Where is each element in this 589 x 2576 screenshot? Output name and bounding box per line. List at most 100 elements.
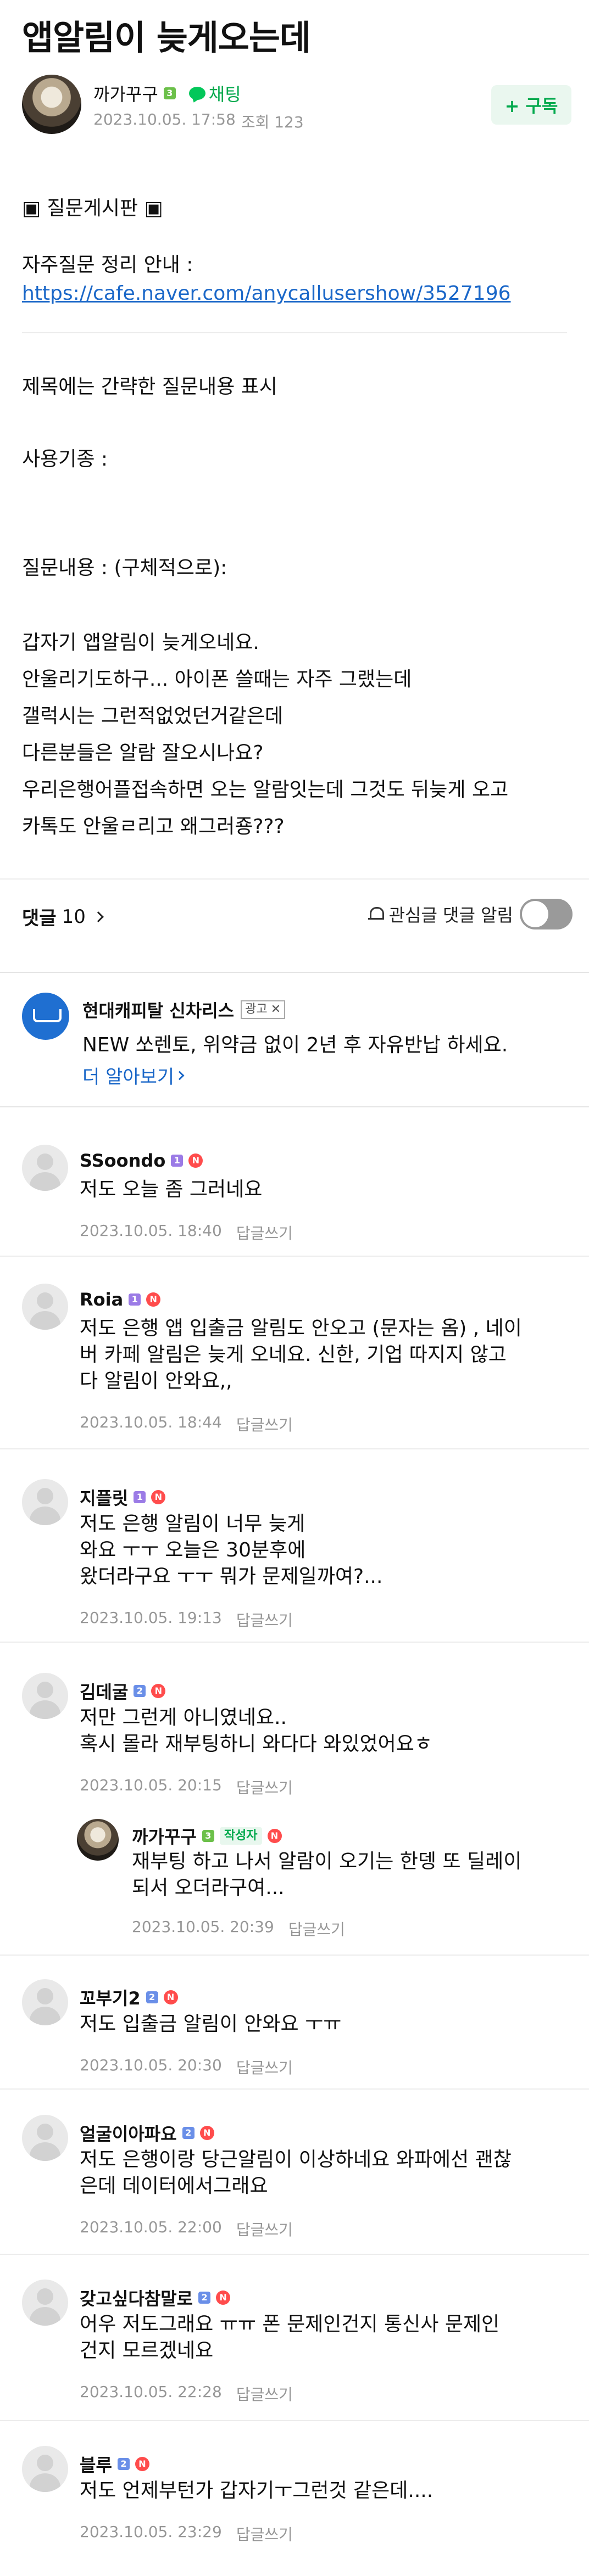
comment-item: Roia 1 N 저도 은행 앱 입출금 알림도 안오고 (문자는 옴) , 네… — [22, 1284, 571, 1454]
body-divider — [22, 332, 567, 333]
comment-meta: 2023.10.05. 18:40 답글쓰기 — [80, 1222, 293, 1244]
comment-head: 꼬부기2 2 N — [80, 1985, 178, 2010]
comment-text-line: 다 알림이 안와요,, — [80, 1370, 232, 1392]
device-label: 사용기종 : — [22, 448, 108, 471]
reply-button[interactable]: 답글쓰기 — [236, 1222, 293, 1244]
commenter-level-badge: 2 — [117, 2458, 130, 2470]
commenter-avatar[interactable] — [22, 1284, 68, 1330]
comment-meta: 2023.10.05. 22:28 답글쓰기 — [80, 2383, 293, 2405]
comments-count-link[interactable]: 댓글 10 — [22, 903, 104, 930]
watch-label: 관심글 댓글 알림 — [388, 905, 513, 926]
body-line: 갤럭시는 그런적없었던거같은데 — [22, 705, 284, 727]
new-badge-icon: N — [151, 1490, 166, 1504]
comment-meta: 2023.10.05. 18:44 답글쓰기 — [80, 1413, 293, 1435]
comment-text: 저도 입출금 알림이 안와요 ㅜㅠ — [80, 2013, 342, 2035]
reply-button[interactable]: 답글쓰기 — [236, 2383, 293, 2405]
new-badge-icon: N — [267, 1829, 282, 1843]
commenter-avatar[interactable] — [22, 1979, 68, 2025]
subscribe-button[interactable]: + 구독 — [491, 85, 571, 125]
comments-divider-top — [0, 878, 589, 880]
comment-meta: 2023.10.05. 20:39 답글쓰기 — [132, 1918, 345, 1940]
toggle-knob — [522, 901, 548, 927]
comment-date: 2023.10.05. 19:13 — [80, 1609, 222, 1627]
writer-badge: 작성자 — [219, 1827, 262, 1845]
ad-logo-icon — [22, 993, 69, 1040]
commenter-avatar[interactable] — [77, 1819, 119, 1861]
commenter-name[interactable]: SSoondo — [80, 1150, 165, 1171]
ad-text: NEW 쏘렌토, 위약금 없이 2년 후 자유반납 하세요. — [82, 1034, 508, 1056]
comment-text-line: 저만 그런게 아니였네요.. — [80, 1706, 287, 1729]
commenter-name[interactable]: 김데굴 — [80, 1678, 128, 1704]
comment-head: 얼굴이아파요 2 N — [80, 2120, 214, 2146]
commenter-name[interactable]: 까가꾸구 — [132, 1823, 197, 1849]
comment-date: 2023.10.05. 20:30 — [80, 2056, 222, 2074]
commenter-name[interactable]: 갖고싶다참말로 — [80, 2285, 193, 2310]
close-icon[interactable]: ✕ — [271, 1001, 281, 1018]
commenter-avatar[interactable] — [22, 1479, 68, 1525]
reply-button[interactable]: 답글쓰기 — [236, 2218, 293, 2240]
ad-brand-line: 현대캐피탈 신차리스 광고 ✕ — [82, 997, 286, 1022]
ad-block[interactable]: 현대캐피탈 신차리스 광고 ✕ NEW 쏘렌토, 위약금 없이 2년 후 자유반… — [22, 993, 571, 1102]
comment-text-line: 은데 데이터에서그래요 — [80, 2175, 268, 2197]
commenter-name[interactable]: 얼굴이아파요 — [80, 2120, 177, 2146]
commenter-avatar[interactable] — [22, 2280, 68, 2326]
comment-separator — [0, 2088, 589, 2090]
reply-button[interactable]: 답글쓰기 — [236, 1609, 293, 1631]
author-avatar[interactable] — [22, 75, 81, 134]
comment-text-line: 어우 저도그래요 ㅠㅠ 폰 문제인건지 통신사 문제인 — [80, 2313, 500, 2336]
commenter-avatar[interactable] — [22, 1145, 68, 1191]
chevron-right-icon — [175, 1071, 185, 1080]
commenter-level-badge: 2 — [146, 1991, 158, 2003]
comment-text-line: 저도 은행 알림이 너무 늦게 — [80, 1513, 305, 1535]
commenter-level-badge: 2 — [134, 1685, 146, 1697]
post-meta: 2023.10.05. 17:58 조회 123 — [93, 110, 304, 132]
commenter-avatar[interactable] — [22, 1673, 68, 1719]
comment-separator — [0, 1642, 589, 1643]
reply-button[interactable]: 답글쓰기 — [236, 2056, 293, 2078]
comment-item: 김데굴 2 N 저만 그런게 아니였네요.. 혹시 몰라 재부팅하니 와다다 와… — [22, 1673, 571, 1816]
comment-date: 2023.10.05. 23:29 — [80, 2523, 222, 2541]
author-row: 까가꾸구 3 채팅 2023.10.05. 17:58 조회 123 + 구독 — [22, 73, 571, 139]
comment-date: 2023.10.05. 22:28 — [80, 2383, 222, 2401]
commenter-level-badge: 2 — [198, 2292, 211, 2304]
comment-text-line: 왔더라구요 ㅜㅜ 뭐가 문제일까여?... — [80, 1565, 383, 1588]
comment-text: 저도 언제부턴가 갑자기ㅜ그런것 같은데.... — [80, 2479, 434, 2502]
commenter-name[interactable]: 꼬부기2 — [80, 1985, 141, 2010]
commenter-avatar[interactable] — [22, 2115, 68, 2161]
new-badge-icon: N — [163, 1990, 178, 2004]
comment-meta: 2023.10.05. 20:30 답글쓰기 — [80, 2056, 293, 2078]
watch-toggle[interactable] — [520, 899, 573, 929]
comment-separator — [0, 2254, 589, 2255]
faq-link[interactable]: https://cafe.naver.com/anycallusershow/3… — [22, 280, 511, 307]
new-badge-icon: N — [216, 2291, 231, 2305]
bell-icon — [368, 906, 384, 922]
comments-label: 댓글 — [22, 908, 57, 929]
comment-text-line: 혹시 몰라 재부팅하니 와다다 와있었어요ㅎ — [80, 1733, 432, 1755]
comment-watch-toggle-area: 관심글 댓글 알림 — [368, 899, 573, 929]
commenter-level-badge: 2 — [182, 2127, 195, 2139]
commenter-name[interactable]: 블루 — [80, 2451, 112, 2477]
comment-date: 2023.10.05. 20:15 — [80, 1776, 222, 1794]
chat-button[interactable]: 채팅 — [188, 81, 241, 106]
comment-meta: 2023.10.05. 20:15 답글쓰기 — [80, 1776, 293, 1798]
reply-button[interactable]: 답글쓰기 — [236, 1776, 293, 1798]
reply-button[interactable]: 답글쓰기 — [236, 1413, 293, 1435]
commenter-level-badge: 1 — [171, 1155, 184, 1167]
comment-meta: 2023.10.05. 22:00 답글쓰기 — [80, 2218, 293, 2240]
reply-button[interactable]: 답글쓰기 — [288, 1918, 345, 1940]
commenter-level-badge: 3 — [202, 1830, 214, 1842]
comment-separator — [0, 1448, 589, 1449]
commenter-name[interactable]: Roia — [80, 1289, 123, 1310]
comment-separator — [0, 1106, 589, 1107]
commenter-name[interactable]: 지플릿 — [80, 1485, 128, 1510]
reply-button[interactable]: 답글쓰기 — [236, 2523, 293, 2545]
comment-text: 저도 오늘 좀 그러네요 — [80, 1178, 263, 1201]
ad-more-link[interactable]: 더 알아보기 — [82, 1062, 185, 1089]
author-name[interactable]: 까가꾸구 — [93, 81, 158, 106]
chat-label: 채팅 — [208, 84, 241, 105]
ad-tag-label: 광고 — [245, 1003, 268, 1016]
comment-date: 2023.10.05. 18:44 — [80, 1413, 222, 1431]
commenter-avatar[interactable] — [22, 2446, 68, 2492]
comment-text-line: 건지 모르겠네요 — [80, 2339, 214, 2362]
comment-head: 김데굴 2 N — [80, 1678, 166, 1704]
